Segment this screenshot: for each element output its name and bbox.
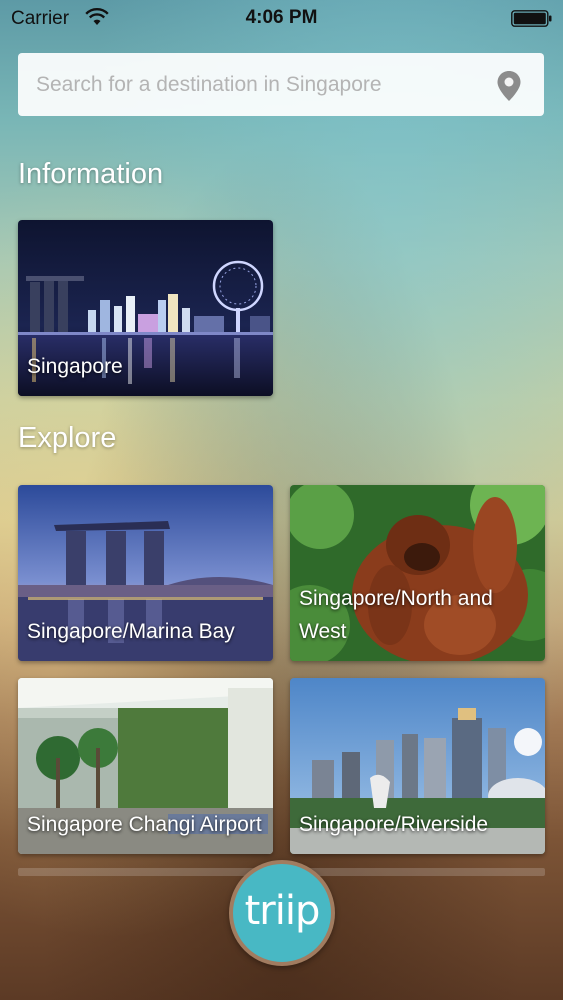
- section-title-information: Information: [18, 158, 164, 190]
- search-input[interactable]: [18, 53, 478, 116]
- card-marina-bay[interactable]: Singapore/Marina Bay: [18, 485, 273, 661]
- section-title-explore: Explore: [18, 422, 117, 454]
- triip-home-button[interactable]: triip: [229, 860, 335, 966]
- card-label: Singapore/Riverside: [299, 813, 489, 836]
- card-north-west[interactable]: Singapore/North and West: [290, 485, 545, 661]
- card-label: Singapore/North and West: [299, 587, 493, 643]
- card-changi-airport[interactable]: Singapore Changi Airport: [18, 678, 273, 854]
- card-riverside[interactable]: Singapore/Riverside: [290, 678, 545, 854]
- status-bar: Carrier 4:06 PM: [0, 0, 563, 36]
- card-singapore[interactable]: Singapore: [18, 220, 273, 396]
- status-time: 4:06 PM: [245, 7, 318, 28]
- card-label: Singapore/Marina Bay: [27, 620, 235, 643]
- location-pin-icon[interactable]: [496, 70, 522, 102]
- search-bar[interactable]: [18, 53, 544, 116]
- triip-logo: triip: [244, 888, 321, 934]
- card-label: Singapore: [27, 355, 123, 378]
- battery-icon: [511, 10, 552, 27]
- card-label: Singapore Changi Airport: [27, 813, 262, 836]
